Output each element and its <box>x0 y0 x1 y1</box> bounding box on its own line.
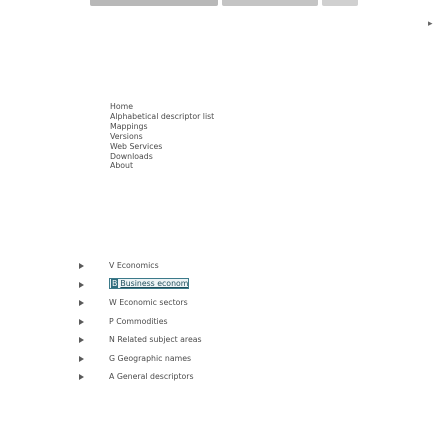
facet-economic-sectors[interactable]: W Economic sectors <box>109 298 188 307</box>
chevron-right-icon[interactable] <box>79 374 84 380</box>
facet-row-commodities: P Commodities <box>79 316 279 335</box>
facet-general-descriptors[interactable]: A General descriptors <box>109 372 194 381</box>
facet-label-text: Geographic names <box>117 353 192 363</box>
facet-geographic-names[interactable]: G Geographic names <box>109 354 191 363</box>
facet-code: G <box>109 353 116 363</box>
facet-label-text: Economics <box>116 261 159 270</box>
chevron-right-icon[interactable] <box>79 300 84 306</box>
nav-item-versions[interactable]: Versions <box>110 132 214 141</box>
thesaurus-facet-list: V Economics BBusiness economics W Econom… <box>79 260 279 390</box>
facet-label-text: Economic sectors <box>119 298 188 307</box>
nav-item-alphabetical-descriptor-list[interactable]: Alphabetical descriptor list <box>110 112 214 121</box>
chevron-right-icon[interactable] <box>79 337 84 343</box>
nav-item-mappings[interactable]: Mappings <box>110 122 214 131</box>
facet-code: W <box>109 298 117 307</box>
nav-item-home[interactable]: Home <box>110 102 214 111</box>
top-header-bar <box>90 0 358 7</box>
facet-label-text: General descriptors <box>116 372 194 381</box>
header-bar-segment <box>322 0 358 6</box>
facet-code: A <box>109 372 115 381</box>
header-bar-segment <box>90 0 218 6</box>
chevron-right-icon[interactable] <box>79 281 84 288</box>
facet-code: B <box>111 278 119 288</box>
facet-row-business-economics: BBusiness economics <box>79 277 279 298</box>
facet-code: N <box>109 335 115 344</box>
facet-row-economics: V Economics <box>79 260 279 279</box>
chevron-right-icon[interactable] <box>79 263 84 269</box>
facet-code: V <box>109 261 115 270</box>
facet-row-general-descriptors: A General descriptors <box>79 371 279 390</box>
facet-business-economics[interactable]: BBusiness economics <box>109 277 189 289</box>
facet-commodities[interactable]: P Commodities <box>109 317 168 326</box>
facet-code: P <box>109 316 114 326</box>
facet-label-text: Commodities <box>116 316 168 326</box>
facet-row-related-subject-areas: N Related subject areas <box>79 334 279 353</box>
page: ▸ Home Alphabetical descriptor list Mapp… <box>0 0 448 448</box>
nav-item-web-services[interactable]: Web Services <box>110 142 214 151</box>
chevron-right-icon[interactable] <box>79 355 84 362</box>
facet-related-subject-areas[interactable]: N Related subject areas <box>109 335 202 344</box>
chevron-right-icon[interactable] <box>79 318 84 325</box>
facet-row-economic-sectors: W Economic sectors <box>79 297 279 316</box>
nav-item-downloads[interactable]: Downloads <box>110 152 214 161</box>
nav-item-about[interactable]: About <box>110 161 214 170</box>
facet-label-text: Related subject areas <box>117 335 202 344</box>
main-nav: Home Alphabetical descriptor list Mappin… <box>110 102 214 171</box>
facet-economics[interactable]: V Economics <box>109 261 159 270</box>
facet-label-text: Business economics <box>120 278 189 288</box>
header-bar-segment <box>222 0 318 6</box>
facet-row-geographic-names: G Geographic names <box>79 353 279 372</box>
corner-arrow-icon[interactable]: ▸ <box>428 20 433 29</box>
